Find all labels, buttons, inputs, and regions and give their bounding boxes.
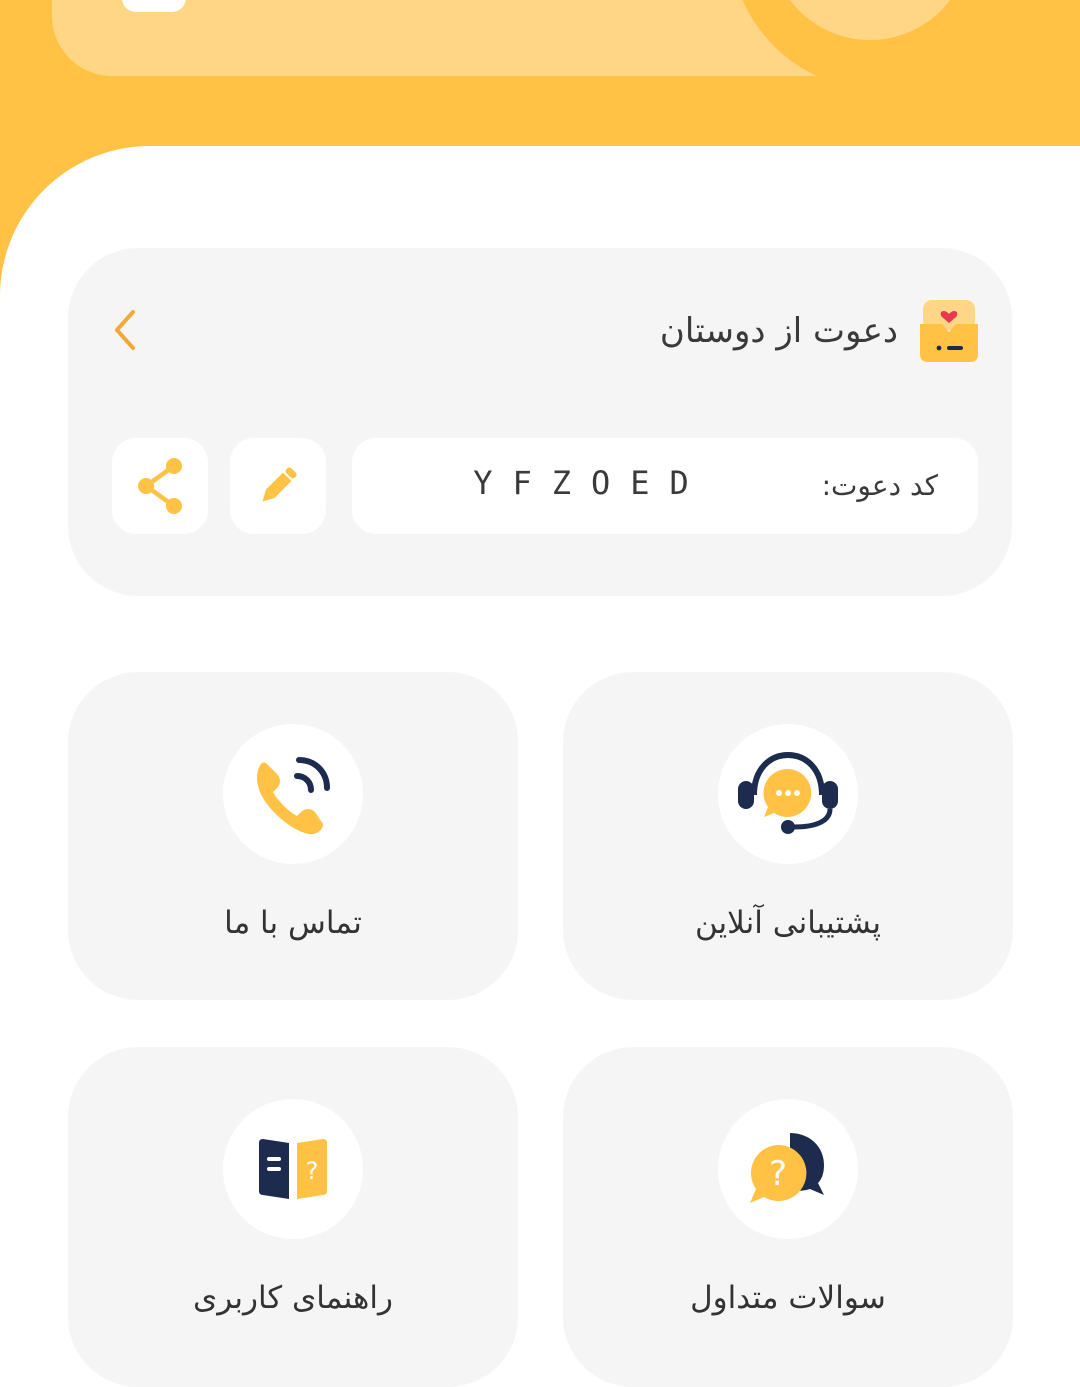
tile-icon-circle: ? (718, 1099, 858, 1239)
tile-label: راهنمای کاربری (193, 1280, 393, 1316)
edit-code-button[interactable] (230, 438, 326, 534)
user-guide-book-icon: ? (259, 1139, 327, 1199)
phone-ringing-icon (257, 757, 330, 835)
invite-code-box: کد دعوت: YFZOED (352, 438, 978, 534)
tile-label: سوالات متداول (690, 1280, 886, 1316)
user-guide-tile[interactable]: ? راهنمای کاربری (68, 1047, 518, 1387)
invite-friends-card: دعوت از دوستان کد دعوت: YFZOED (68, 248, 1012, 596)
chevron-left-icon[interactable] (106, 304, 146, 356)
tile-icon-circle (718, 724, 858, 864)
svg-text:?: ? (769, 1154, 787, 1194)
tile-icon-circle (223, 724, 363, 864)
headset-chat-icon (738, 751, 838, 834)
contact-us-tile[interactable]: تماس با ما (68, 672, 518, 1000)
share-icon (138, 458, 182, 514)
header-pill (122, 0, 186, 12)
tile-icon-circle: ? (223, 1099, 363, 1239)
share-code-button[interactable] (112, 438, 208, 534)
svg-text:?: ? (306, 1157, 319, 1185)
pencil-icon (262, 467, 297, 502)
invite-code-value: YFZOED (473, 464, 709, 502)
faq-chat-icon: ? (750, 1133, 824, 1203)
tile-label: تماس با ما (224, 905, 362, 941)
tile-label: پشتیبانی آنلاین (694, 905, 882, 941)
gift-box-icon (920, 300, 978, 362)
invite-header: دعوت از دوستان (660, 298, 978, 364)
invite-title: دعوت از دوستان (659, 311, 898, 351)
faq-tile[interactable]: ? سوالات متداول (563, 1047, 1013, 1387)
invite-code-label: کد دعوت: (821, 469, 938, 502)
online-support-tile[interactable]: پشتیبانی آنلاین (563, 672, 1013, 1000)
